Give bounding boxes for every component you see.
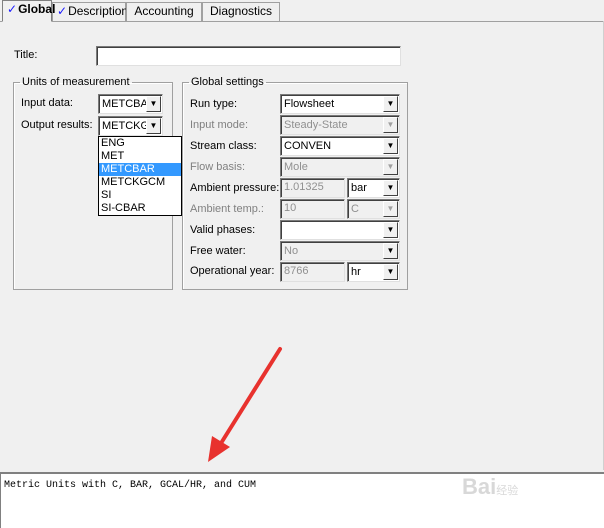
tab-label: Global — [18, 2, 56, 16]
global-settings-legend: Global settings — [191, 76, 264, 88]
chevron-down-icon[interactable]: ▼ — [383, 96, 398, 112]
tab-label: Diagnostics — [209, 4, 273, 18]
free-water-select[interactable]: No ▼ — [280, 241, 400, 261]
flow-basis-label: Flow basis: — [190, 161, 246, 173]
ambient-temp-unit: C — [351, 203, 359, 215]
output-results-value: METCKG — [102, 120, 150, 132]
output-results-label: Output results: — [21, 119, 93, 131]
flow-basis-select: Mole ▼ — [280, 157, 400, 177]
ambient-pressure-unit-select[interactable]: bar ▼ — [347, 178, 400, 198]
option-met[interactable]: MET — [99, 150, 181, 163]
run-type-label: Run type: — [190, 98, 238, 110]
stream-class-value: CONVEN — [284, 140, 332, 152]
input-mode-label: Input mode: — [190, 119, 249, 131]
units-legend: Units of measurement — [22, 76, 130, 88]
ambient-temp-input: 10 — [280, 199, 345, 219]
operational-year-label: Operational year: — [190, 265, 275, 277]
operational-year-input[interactable]: 8766 — [280, 262, 345, 282]
stream-class-label: Stream class: — [190, 140, 257, 152]
valid-phases-label: Valid phases: — [190, 224, 256, 236]
tab-description[interactable]: ✓Description — [52, 2, 129, 21]
free-water-value: No — [284, 245, 299, 257]
check-icon: ✓ — [7, 2, 18, 16]
baidu-watermark-logo: Bai经验 — [462, 474, 519, 499]
option-eng[interactable]: ENG — [99, 137, 181, 150]
chevron-down-icon[interactable]: ▼ — [383, 222, 398, 238]
tab-label: Description — [68, 4, 129, 18]
operational-year-unit-select[interactable]: hr ▼ — [347, 262, 400, 282]
ambient-pressure-unit: bar — [351, 182, 367, 194]
ambient-pressure-label: Ambient pressure: — [190, 182, 280, 194]
ambient-temp-unit-select: C ▼ — [347, 199, 400, 219]
chevron-down-icon[interactable]: ▼ — [383, 138, 398, 154]
input-data-select[interactable]: METCBA ▼ — [98, 94, 163, 114]
run-type-select[interactable]: Flowsheet ▼ — [280, 94, 400, 114]
tab-accounting[interactable]: Accounting — [126, 2, 202, 21]
option-metcbar[interactable]: METCBAR — [99, 163, 181, 176]
ambient-temp-label: Ambient temp.: — [190, 203, 264, 215]
output-results-select[interactable]: METCKG ▼ — [98, 116, 163, 136]
chevron-down-icon[interactable]: ▼ — [383, 180, 398, 196]
operational-year-unit: hr — [351, 266, 361, 278]
input-data-value: METCBA — [102, 98, 148, 110]
option-si[interactable]: SI — [99, 189, 181, 202]
chevron-down-icon: ▼ — [383, 201, 398, 217]
units-dropdown-list: ENG MET METCBAR METCKGCM SI SI-CBAR — [98, 136, 182, 216]
chevron-down-icon[interactable]: ▼ — [146, 96, 161, 112]
valid-phases-select[interactable]: ▼ — [280, 220, 400, 240]
stream-class-select[interactable]: CONVEN ▼ — [280, 136, 400, 156]
chevron-down-icon: ▼ — [383, 159, 398, 175]
flow-basis-value: Mole — [284, 161, 308, 173]
tab-label: Accounting — [134, 4, 194, 18]
tab-diagnostics[interactable]: Diagnostics — [202, 2, 280, 21]
check-icon: ✓ — [57, 4, 68, 18]
tab-global[interactable]: ✓Global — [2, 0, 56, 22]
input-mode-select: Steady-State ▼ — [280, 115, 400, 135]
chevron-down-icon[interactable]: ▼ — [383, 243, 398, 259]
input-data-label: Input data: — [21, 97, 73, 109]
free-water-label: Free water: — [190, 245, 246, 257]
option-si-cbar[interactable]: SI-CBAR — [99, 202, 181, 215]
ambient-pressure-input[interactable]: 1.01325 — [280, 178, 345, 198]
chevron-down-icon: ▼ — [383, 117, 398, 133]
chevron-down-icon[interactable]: ▼ — [146, 118, 161, 134]
chevron-down-icon[interactable]: ▼ — [383, 264, 398, 280]
option-metckgcm[interactable]: METCKGCM — [99, 176, 181, 189]
title-label: Title: — [14, 49, 38, 61]
run-type-value: Flowsheet — [284, 98, 335, 110]
input-mode-value: Steady-State — [284, 119, 348, 131]
title-input[interactable] — [96, 46, 401, 66]
tab-bar: ✓Global ✓Description Accounting Diagnost… — [0, 0, 604, 22]
